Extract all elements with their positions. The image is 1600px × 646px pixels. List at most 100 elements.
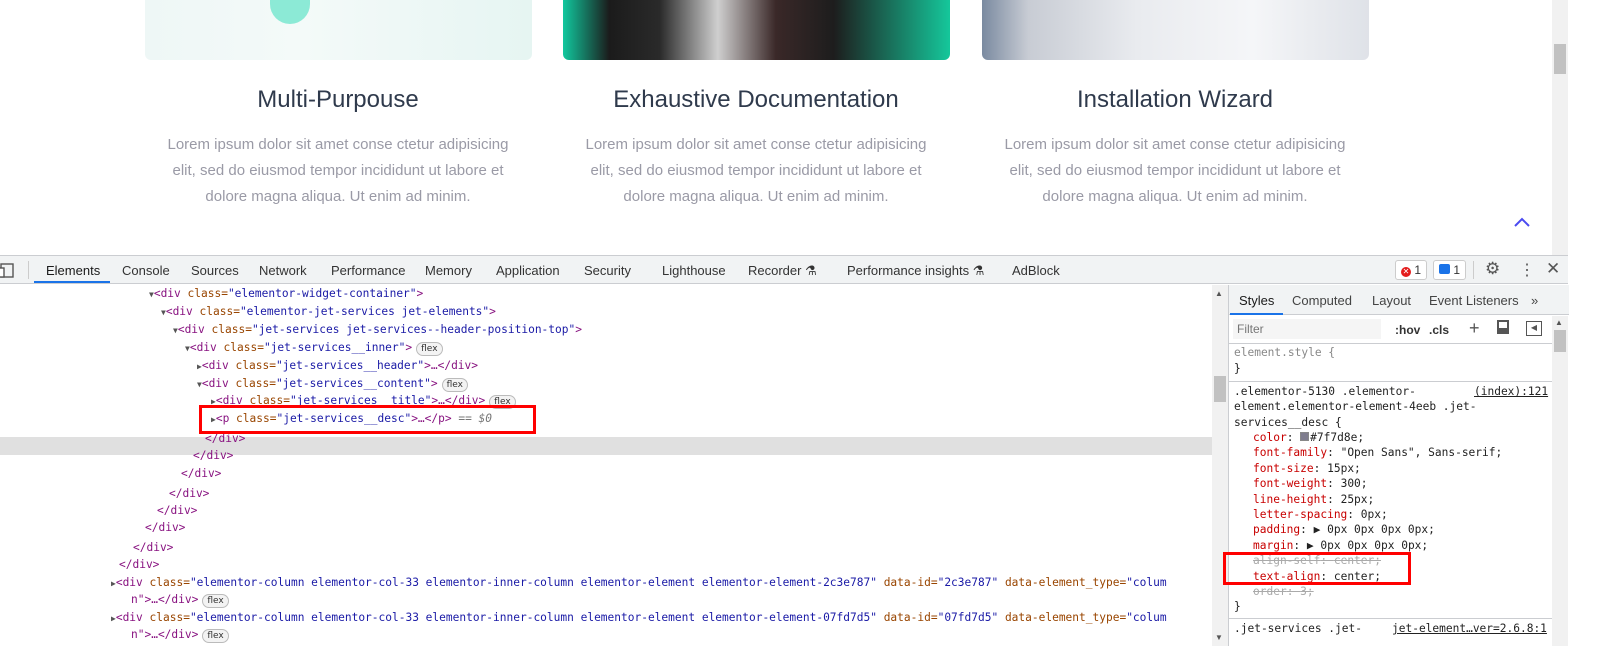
dom-line-text: <div class="elementor-widget-container"> (154, 287, 423, 300)
css-property[interactable]: font-size: 15px; (1253, 461, 1361, 476)
elements-tree: ▼<div class="elementor-widget-container"… (0, 285, 1212, 646)
errors-badge[interactable]: ✕ 1 (1395, 260, 1428, 280)
css-property[interactable]: font-family: "Open Sans", Sans-serif; (1253, 445, 1502, 460)
device-toggle-icon[interactable] (0, 261, 18, 279)
dom-line-text: <div class="jet-services jet-services--h… (178, 323, 582, 336)
styles-tab-more[interactable]: » (1531, 293, 1538, 308)
code-token: </div> (157, 504, 198, 517)
dom-node-line[interactable]: ▶<div class="elementor-column elementor-… (111, 609, 1167, 626)
dom-node-line[interactable]: ▼<div class="jet-services__inner"> flex (185, 339, 443, 356)
dom-node-line[interactable]: n">…</div> flex (131, 626, 229, 643)
dom-line-text: <div class="elementor-column elementor-c… (116, 576, 1167, 589)
css-property[interactable]: padding: ▶ 0px 0px 0px 0px; (1253, 522, 1435, 537)
property-value: #7f7d8e; (1310, 431, 1365, 444)
tab-performance-insights[interactable]: Performance insights ⚗ (847, 263, 984, 279)
tab-application[interactable]: Application (496, 263, 560, 278)
code-token: data-element_type= (998, 611, 1127, 624)
colon: : (1313, 461, 1328, 475)
dom-node-line[interactable]: ▶<div class="jet-services__header">…</di… (197, 357, 478, 374)
flex-badge[interactable]: flex (202, 594, 229, 608)
property-name: order (1253, 585, 1287, 598)
dom-node-line[interactable]: </div> (169, 485, 209, 502)
tab-recorder[interactable]: Recorder ⚗ (748, 263, 817, 279)
messages-count: 1 (1453, 263, 1461, 277)
desc-line: dolore magna aliqua. Ut enim ad minim. (1042, 188, 1308, 205)
dom-node-line[interactable]: </div> (181, 465, 221, 482)
elements-scrollbar[interactable]: ▲ ▼ (1212, 285, 1228, 646)
code-token: </div> (119, 558, 160, 571)
code-token: "jet-services__header" (275, 359, 425, 372)
property-value: 25px; (1340, 492, 1375, 506)
card-title-3: Installation Wizard (1076, 86, 1274, 113)
dom-node-line[interactable]: </div> (133, 539, 173, 556)
dom-node-line[interactable]: ▼<div class="elementor-widget-container"… (149, 285, 423, 302)
css-property[interactable]: letter-spacing: 0px; (1253, 507, 1388, 522)
page-scrollbar[interactable] (1552, 0, 1568, 255)
messages-badge[interactable]: 1 (1433, 260, 1467, 280)
dom-node-line[interactable]: ▼<div class="jet-services__content"> flex (197, 375, 468, 392)
tab-memory[interactable]: Memory (425, 263, 472, 278)
tab-network[interactable]: Network (259, 263, 307, 278)
cls-toggle[interactable]: .cls (1429, 323, 1449, 337)
styles-tab-event-listeners[interactable]: Event Listeners (1429, 293, 1519, 308)
styles-tab-layout[interactable]: Layout (1372, 293, 1411, 308)
styles-tab-styles[interactable]: Styles (1239, 293, 1274, 308)
dom-node-line[interactable]: </div> (193, 447, 233, 464)
more-options-icon[interactable]: ⋮ (1519, 260, 1535, 280)
active-tab-indicator (34, 281, 110, 283)
selected-node-highlight (0, 437, 1212, 455)
next-rule-selector: .jet-services .jet- (1234, 622, 1362, 635)
css-property[interactable]: margin: ▶ 0px 0px 0px 0px; (1253, 538, 1428, 553)
rule-selector: .elementor-5130 .elementor- (1234, 385, 1416, 398)
property-name: padding (1253, 523, 1301, 537)
flex-badge[interactable]: flex (202, 629, 229, 643)
property-name: font-weight (1253, 477, 1328, 491)
css-property[interactable]: order: 3; (1253, 584, 1314, 599)
css-property[interactable]: color: #7f7d8e; (1253, 430, 1364, 445)
tab-sources[interactable]: Sources (191, 263, 239, 278)
next-rule-source-link[interactable]: jet-element…ver=2.6.8:1 (1392, 621, 1547, 636)
new-rule-plus-icon[interactable]: + (1469, 318, 1480, 339)
tab-elements[interactable]: Elements (46, 263, 100, 278)
code-token: </div> (133, 541, 174, 554)
tab-performance[interactable]: Performance (331, 263, 405, 278)
tab-lighthouse[interactable]: Lighthouse (662, 263, 726, 278)
scroll-to-top-chevron-icon[interactable] (1512, 212, 1532, 232)
code-token: > (430, 377, 438, 390)
flex-badge[interactable]: flex (416, 342, 443, 356)
paint-brush-icon[interactable] (1497, 320, 1509, 334)
errors-count: 1 (1414, 263, 1422, 277)
dom-node-line[interactable]: n">…</div> flex (131, 591, 229, 608)
styles-filter-input[interactable] (1233, 319, 1381, 339)
dom-node-line[interactable]: </div> (157, 502, 197, 519)
styles-scrollbar[interactable]: ▲ (1552, 316, 1568, 646)
dom-node-line[interactable]: ▶<div class="elementor-column elementor-… (111, 574, 1167, 591)
tab-adblock[interactable]: AdBlock (1012, 263, 1060, 278)
code-token: <div (115, 576, 143, 589)
dom-node-line[interactable]: ▼<div class="elementor-jet-services jet-… (161, 303, 496, 320)
css-property[interactable]: line-height: 25px; (1253, 492, 1374, 507)
rule-source-link[interactable]: (index):121 (1474, 384, 1548, 399)
styles-tab-computed[interactable]: Computed (1292, 293, 1352, 308)
close-devtools-icon[interactable]: ✕ (1546, 259, 1560, 279)
error-icon: ✕ (1401, 267, 1411, 277)
property-name: letter-spacing (1253, 508, 1348, 521)
divider (1229, 618, 1553, 619)
annotation-box-text-align (1223, 552, 1411, 585)
dom-node-line[interactable]: </div> (119, 556, 159, 573)
dom-line-text: </div> (169, 487, 209, 500)
toggle-sidebar-icon[interactable]: ◀ (1526, 321, 1542, 336)
dom-node-line[interactable]: ▼<div class="jet-services jet-services--… (173, 321, 582, 338)
hov-toggle[interactable]: :hov (1395, 323, 1420, 337)
flex-badge[interactable]: flex (441, 378, 468, 392)
code-token: data-id= (876, 576, 938, 589)
property-name: margin (1253, 538, 1294, 552)
settings-gear-icon[interactable]: ⚙ (1485, 259, 1500, 279)
css-property[interactable]: font-weight: 300; (1253, 476, 1368, 491)
dom-node-line[interactable]: </div> (145, 519, 185, 536)
code-token: <div (201, 377, 229, 390)
property-value: "Open Sans", Sans-serif; (1340, 446, 1503, 460)
tab-console[interactable]: Console (122, 263, 170, 278)
color-swatch[interactable] (1300, 432, 1310, 441)
tab-security[interactable]: Security (584, 263, 631, 278)
